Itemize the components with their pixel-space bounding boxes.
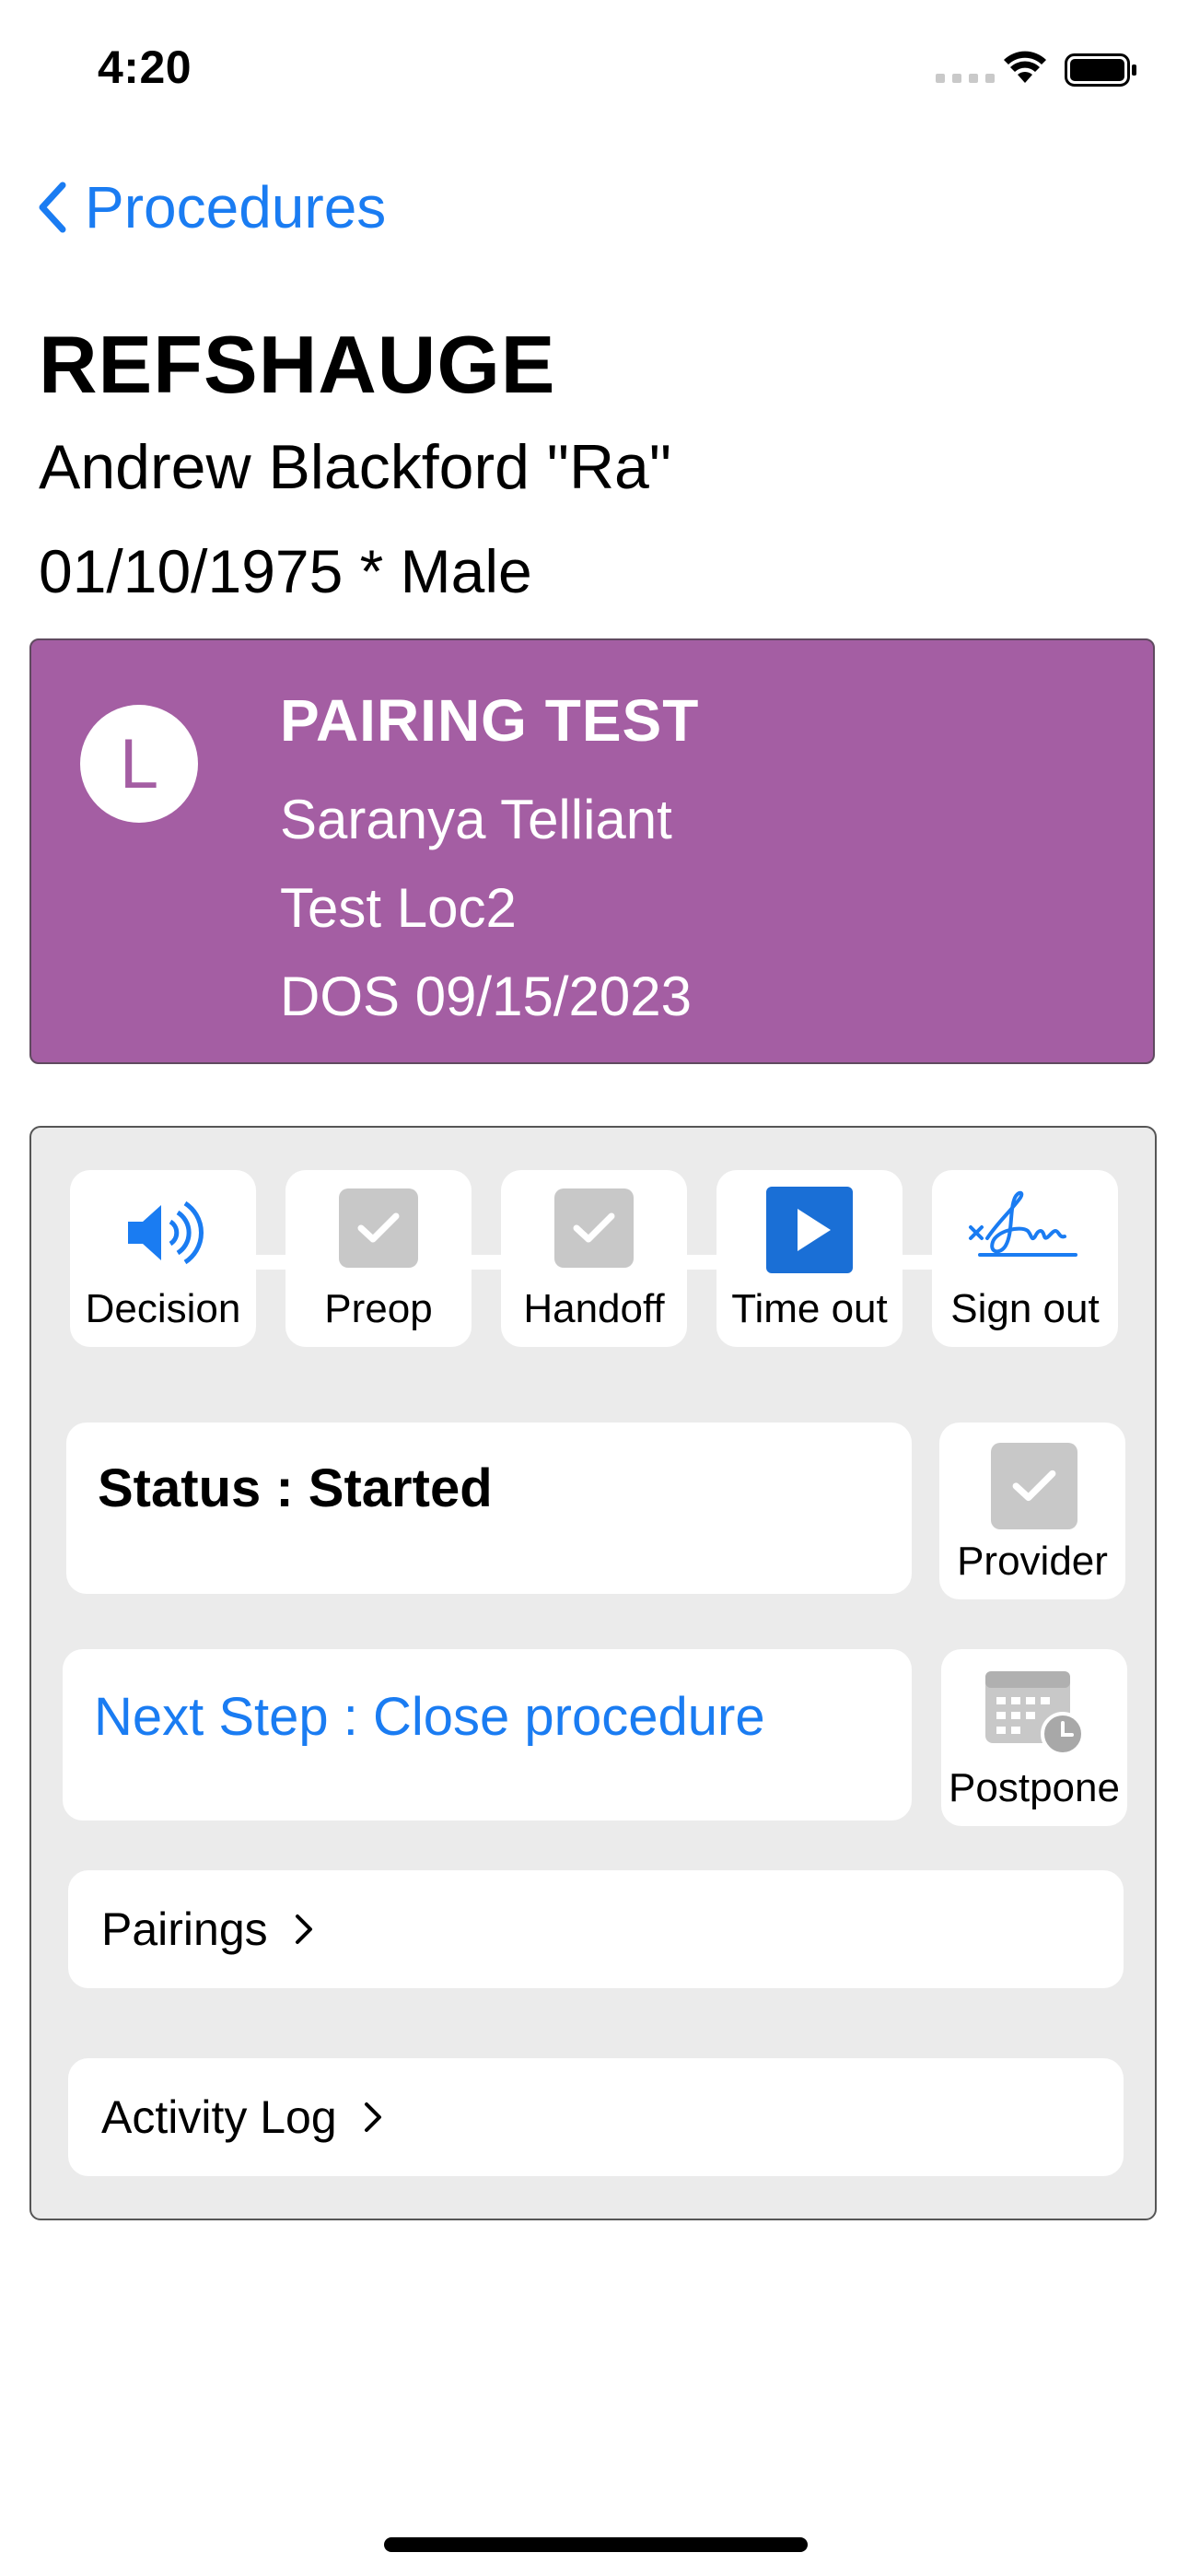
checkbox-checked-icon — [991, 1443, 1077, 1529]
speaker-icon — [128, 1200, 204, 1265]
play-icon — [766, 1187, 853, 1273]
pairings-row[interactable]: Pairings — [68, 1870, 1124, 1988]
next-step-button[interactable]: Next Step : Close procedure — [63, 1649, 912, 1821]
signature-icon — [969, 1190, 1077, 1257]
patient-first-name: Andrew Blackford "Ra" — [39, 432, 672, 502]
procedure-name: PAIRING TEST — [280, 687, 700, 754]
step-label: Preop — [324, 1286, 433, 1331]
avatar: L — [80, 705, 198, 823]
checkbox-checked-icon — [554, 1188, 634, 1268]
postpone-label: Postpone — [949, 1765, 1120, 1810]
status-card: Status : Started — [66, 1423, 912, 1594]
provider-label: Provider — [957, 1539, 1108, 1584]
workflow-panel: Decision Preop Handoff Time out Sign out… — [29, 1126, 1157, 2220]
home-indicator[interactable] — [384, 2537, 808, 2552]
pairings-label: Pairings — [101, 1903, 268, 1955]
calendar-clock-icon — [985, 1671, 1085, 1756]
chevron-left-icon — [39, 181, 66, 233]
cellular-signal-icon — [936, 74, 995, 83]
provider-button[interactable]: Provider — [939, 1423, 1125, 1599]
chevron-right-icon — [364, 2102, 381, 2132]
checkbox-checked-icon — [339, 1188, 418, 1268]
next-step-text: Next Step : Close procedure — [94, 1687, 765, 1747]
step-label: Time out — [731, 1286, 888, 1331]
procedure-card: L PAIRING TEST Saranya Telliant Test Loc… — [29, 638, 1155, 1064]
step-label: Decision — [85, 1286, 241, 1331]
step-handoff[interactable]: Handoff — [501, 1170, 687, 1347]
status-text: Status : Started — [98, 1458, 493, 1518]
step-label: Handoff — [523, 1286, 665, 1331]
procedure-location: Test Loc2 — [280, 877, 517, 939]
procedure-dos: DOS 09/15/2023 — [280, 966, 692, 1027]
postpone-button[interactable]: Postpone — [941, 1649, 1127, 1826]
back-button[interactable]: Procedures — [37, 173, 386, 241]
activity-log-row[interactable]: Activity Log — [68, 2058, 1124, 2176]
procedure-provider: Saranya Telliant — [280, 789, 672, 850]
step-preop[interactable]: Preop — [285, 1170, 472, 1347]
patient-last-name: REFSHAUGE — [39, 319, 556, 410]
step-decision[interactable]: Decision — [70, 1170, 256, 1347]
chevron-right-icon — [295, 1914, 312, 1944]
patient-dob-sex: 01/10/1975 * Male — [39, 537, 532, 605]
activity-log-label: Activity Log — [101, 2091, 337, 2143]
status-bar: 4:20 — [0, 0, 1188, 138]
status-time: 4:20 — [98, 41, 192, 93]
wifi-icon — [1004, 51, 1046, 83]
battery-icon — [1065, 53, 1136, 87]
step-time-out[interactable]: Time out — [716, 1170, 903, 1347]
step-label: Sign out — [950, 1286, 1100, 1331]
step-sign-out[interactable]: Sign out — [932, 1170, 1118, 1347]
back-button-label: Procedures — [85, 174, 387, 240]
